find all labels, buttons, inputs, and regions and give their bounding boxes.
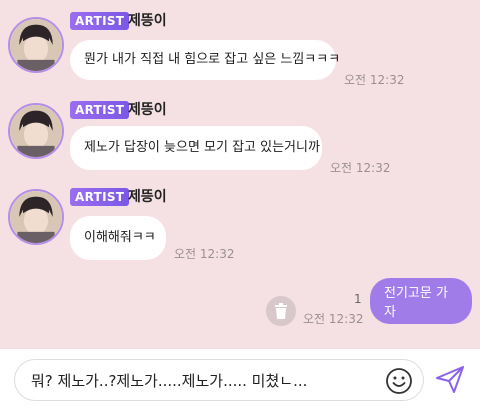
- sender-name: 제뜽이: [128, 102, 167, 118]
- message-time: 오전 12:32: [303, 312, 364, 326]
- unread-count: 1: [354, 292, 362, 306]
- send-icon[interactable]: [434, 363, 466, 395]
- artist-badge: ARTIST: [70, 188, 130, 206]
- my-message-bubble[interactable]: 전기고문 가자: [370, 278, 472, 324]
- artist-badge: ARTIST: [70, 101, 130, 119]
- avatar-image: [10, 105, 62, 157]
- avatar-image: [10, 19, 62, 71]
- message-input[interactable]: 뭐? 제노가..?제노가.....제노가..... 미쳤ㄴ...: [14, 359, 424, 401]
- message-time: 오전 12:32: [330, 161, 391, 175]
- trash-icon: [275, 303, 287, 319]
- artist-badge: ARTIST: [70, 12, 130, 30]
- message-time: 오전 12:32: [344, 73, 405, 87]
- artist-avatar[interactable]: [8, 17, 64, 73]
- sender-name: 제뜽이: [128, 189, 167, 205]
- message-bubble[interactable]: 뭔가 내가 직접 내 힘으로 잡고 싶은 느낌ㅋㅋㅋ: [70, 40, 340, 80]
- message-time: 오전 12:32: [174, 247, 235, 261]
- message-input-text: 뭐? 제노가..?제노가.....제노가..... 미쳤ㄴ...: [31, 371, 308, 390]
- emoji-icon[interactable]: [385, 367, 413, 395]
- artist-avatar[interactable]: [8, 103, 64, 159]
- delete-button[interactable]: [266, 296, 296, 326]
- composer-bar: 뭐? 제노가..?제노가.....제노가..... 미쳤ㄴ...: [0, 349, 480, 413]
- artist-avatar[interactable]: [8, 189, 64, 245]
- message-bubble[interactable]: 이해해줘ㅋㅋ: [70, 216, 166, 260]
- avatar-image: [10, 191, 62, 243]
- message-bubble[interactable]: 제노가 답장이 늦으면 모기 잡고 있는거니까: [70, 126, 322, 170]
- sender-name: 제뜽이: [128, 13, 167, 29]
